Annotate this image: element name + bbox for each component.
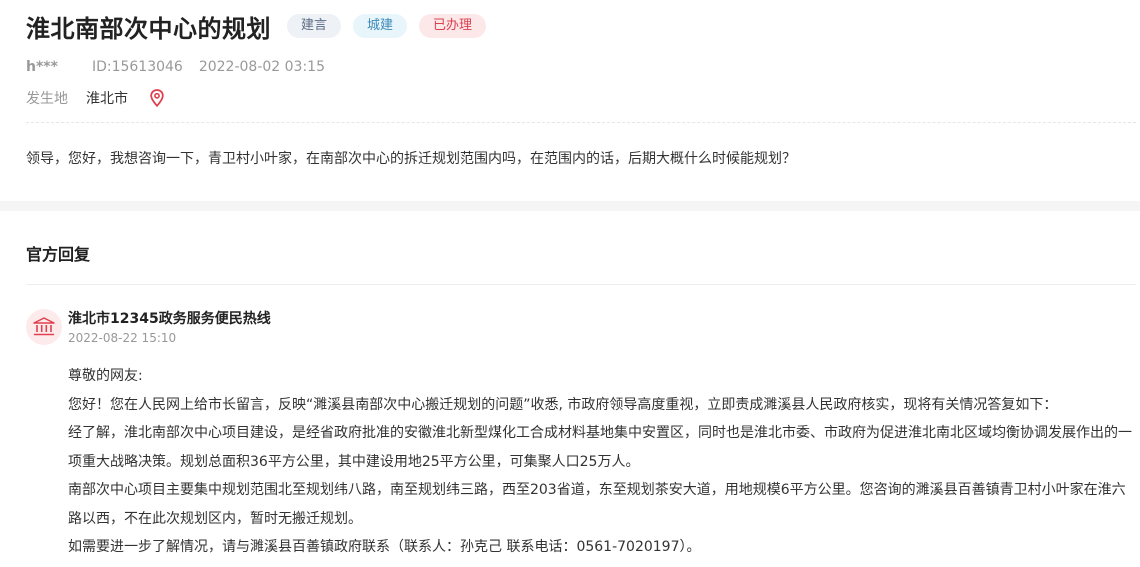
message-card: 淮北南部次中心的规划 建言 城建 已办理 h*** ID:15613046 20… bbox=[0, 0, 1140, 200]
message-meta: h*** ID:15613046 2022-08-02 03:15 bbox=[26, 59, 325, 75]
reply-paragraph: 南部次中心项目主要集中规划范围北至规划纬八路，南至规划纬三路，西至203省道，东… bbox=[68, 482, 1126, 527]
divider bbox=[26, 122, 1136, 123]
location-row: 发生地 淮北市 bbox=[26, 88, 164, 108]
reply-paragraph: 您好！您在人民网上给市长留言，反映“濉溪县南部次中心搬迁规划的问题”收悉, 市政… bbox=[68, 396, 1058, 413]
location-value: 淮北市 bbox=[86, 91, 128, 107]
reply-paragraph: 经了解，淮北南部次中心项目建设，是经省政府批准的安徽淮北新型煤化工合成材料基地集… bbox=[68, 425, 1132, 470]
status-badge: 已办理 bbox=[419, 14, 487, 38]
reply-paragraph: 如需要进一步了解情况，请与濉溪县百善镇政府联系（联系人：孙克己 联系电话：056… bbox=[68, 539, 701, 555]
reply-org-name: 淮北市12345政务服务便民热线 bbox=[68, 311, 271, 327]
title-row: 淮北南部次中心的规划 建言 城建 已办理 bbox=[26, 10, 487, 43]
government-building-icon bbox=[26, 309, 62, 345]
message-id: ID:15613046 bbox=[91, 59, 183, 75]
location-label: 发生地 bbox=[26, 91, 68, 107]
location-pin-icon[interactable] bbox=[150, 89, 164, 108]
category-tag: 城建 bbox=[353, 14, 408, 38]
message-time: 2022-08-02 03:15 bbox=[198, 59, 325, 75]
type-tag: 建言 bbox=[287, 14, 342, 38]
reply-time: 2022-08-22 15:10 bbox=[68, 331, 177, 345]
reply-paragraph: 尊敬的网友: bbox=[68, 368, 143, 384]
message-content: 领导，您好，我想咨询一下，青卫村小叶家，在南部次中心的拆迁规划范围内吗，在范围内… bbox=[26, 151, 796, 167]
section-separator bbox=[0, 201, 1140, 211]
reply-section-title: 官方回复 bbox=[26, 245, 91, 264]
username: h*** bbox=[26, 59, 58, 75]
reply-body: 尊敬的网友: 您好！您在人民网上给市长留言，反映“濉溪县南部次中心搬迁规划的问题… bbox=[68, 362, 1136, 562]
divider bbox=[26, 284, 1136, 285]
page-title: 淮北南部次中心的规划 bbox=[26, 14, 271, 43]
